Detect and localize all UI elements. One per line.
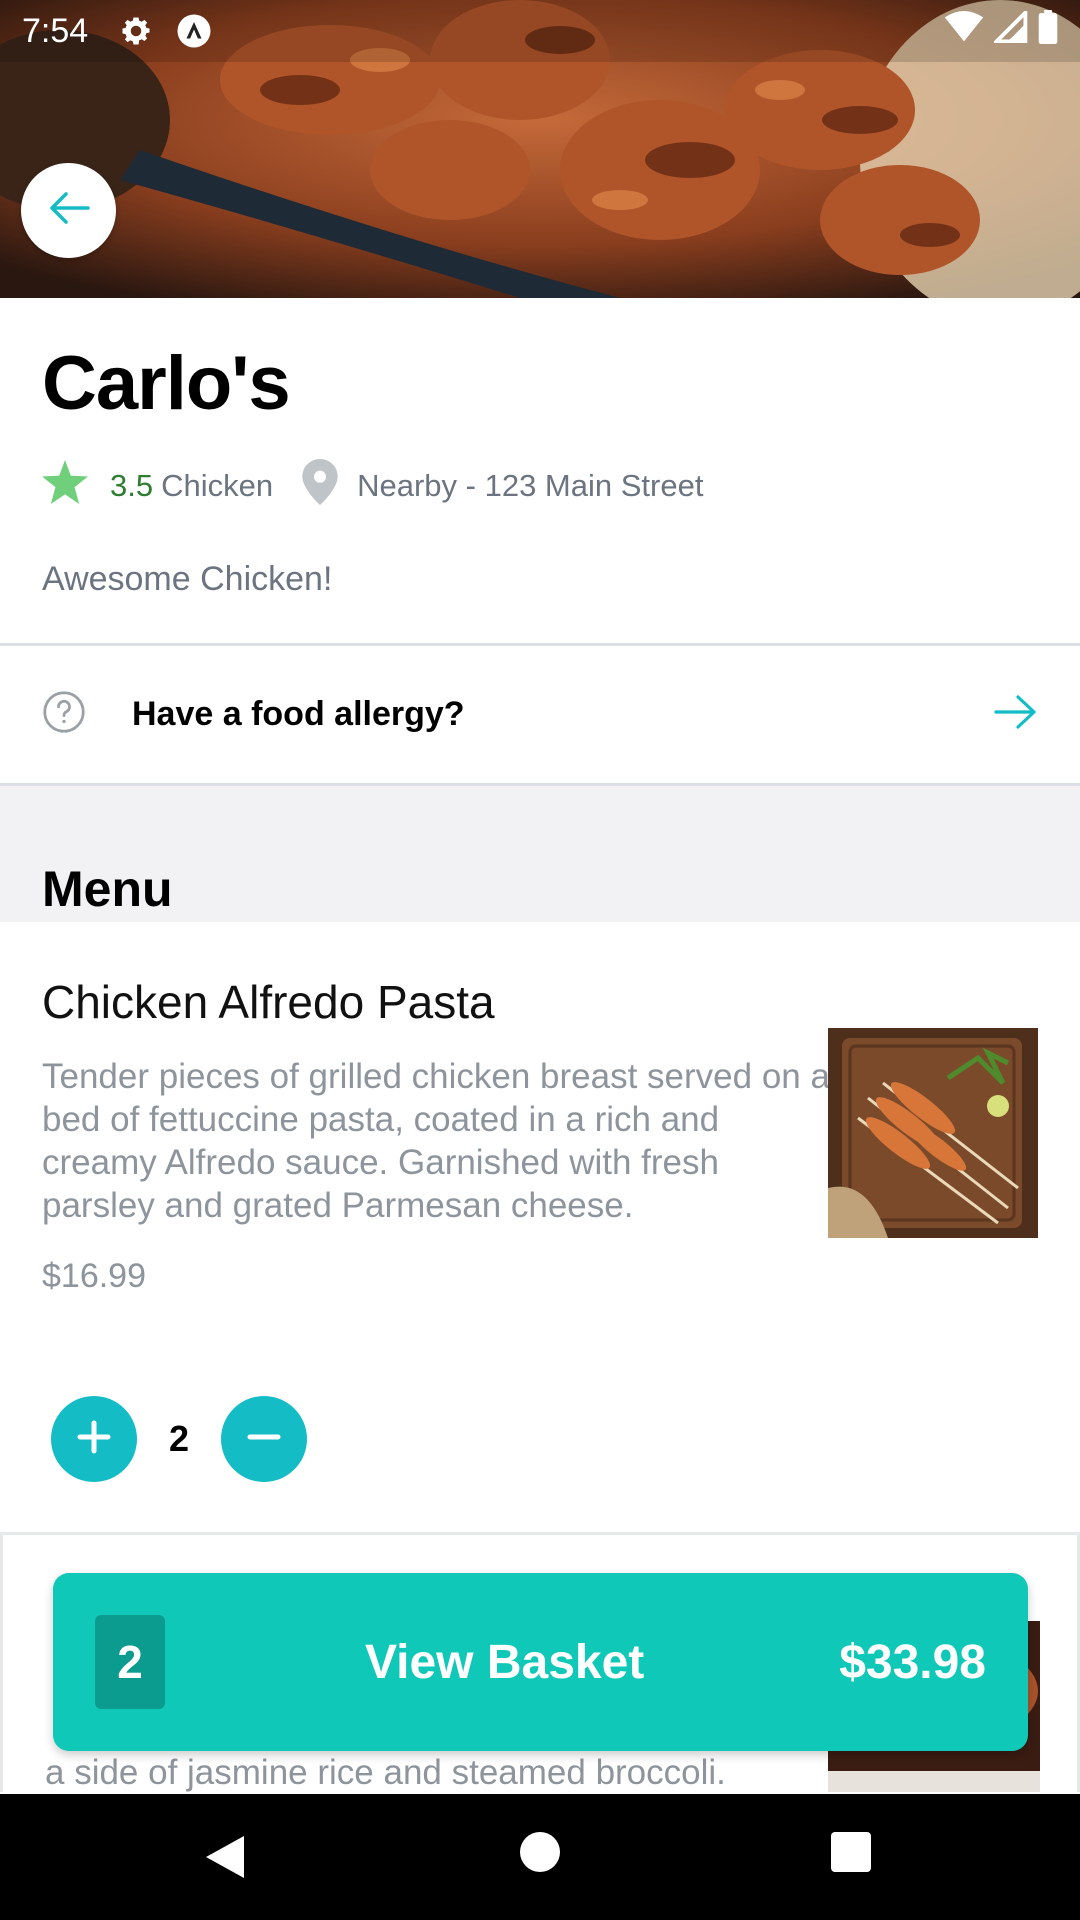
- status-time: 7:54: [22, 11, 89, 50]
- signal-icon: [991, 7, 1028, 52]
- menu-heading: Menu: [42, 861, 173, 917]
- increase-quantity-button[interactable]: [51, 1396, 137, 1482]
- nav-back-button[interactable]: [204, 1834, 246, 1885]
- restaurant-tagline: Awesome Chicken!: [42, 560, 333, 598]
- food-allergy-label: Have a food allergy?: [132, 695, 465, 733]
- quantity-stepper: 2: [51, 1396, 307, 1482]
- rating-value: 3.5: [110, 468, 154, 503]
- menu-item-image[interactable]: [828, 1028, 1038, 1238]
- food-allergy-row[interactable]: Have a food allergy?: [0, 646, 1080, 783]
- basket-count-badge: 2: [95, 1615, 165, 1709]
- decrease-quantity-button[interactable]: [221, 1396, 307, 1482]
- settings-icon: [118, 13, 154, 49]
- restaurant-meta: 3.5 Chicken Nearby - 123 Main Street: [42, 458, 703, 514]
- arrow-right-icon: [992, 693, 1038, 736]
- status-bar: 7:54: [0, 0, 1080, 62]
- restaurant-name: Carlo's: [42, 341, 291, 426]
- view-basket-label: View Basket: [365, 1635, 645, 1689]
- app-notification-icon: [176, 13, 212, 49]
- nav-recents-button[interactable]: [831, 1832, 871, 1872]
- nav-home-button[interactable]: [520, 1832, 560, 1872]
- arrow-left-icon: [46, 190, 92, 231]
- plus-icon: [74, 1417, 114, 1462]
- minus-icon: [244, 1417, 284, 1462]
- back-button[interactable]: [21, 163, 116, 258]
- menu-item-name: Chicken Alfredo Pasta: [42, 976, 495, 1028]
- system-navigation-bar: [0, 1794, 1080, 1920]
- battery-icon: [1038, 9, 1058, 53]
- menu-section-header: Menu: [0, 786, 1080, 922]
- view-basket-button[interactable]: 2 View Basket $33.98: [53, 1573, 1028, 1751]
- location-pin-icon: [301, 459, 339, 513]
- basket-total: $33.98: [839, 1635, 986, 1689]
- cuisine-label: Chicken: [161, 468, 274, 503]
- wifi-icon: [944, 10, 984, 52]
- menu-item-description: Tender pieces of grilled chicken breast …: [42, 1057, 830, 1225]
- star-icon: [42, 460, 88, 512]
- kebab-skewers-photo: [828, 1028, 1038, 1238]
- menu-item-description: a side of jasmine rice and steamed brocc…: [45, 1753, 726, 1792]
- menu-item-price: $16.99: [42, 1257, 146, 1295]
- quantity-value: 2: [168, 1418, 190, 1459]
- question-circle-icon: [42, 690, 86, 739]
- location-text: Nearby - 123 Main Street: [357, 468, 704, 503]
